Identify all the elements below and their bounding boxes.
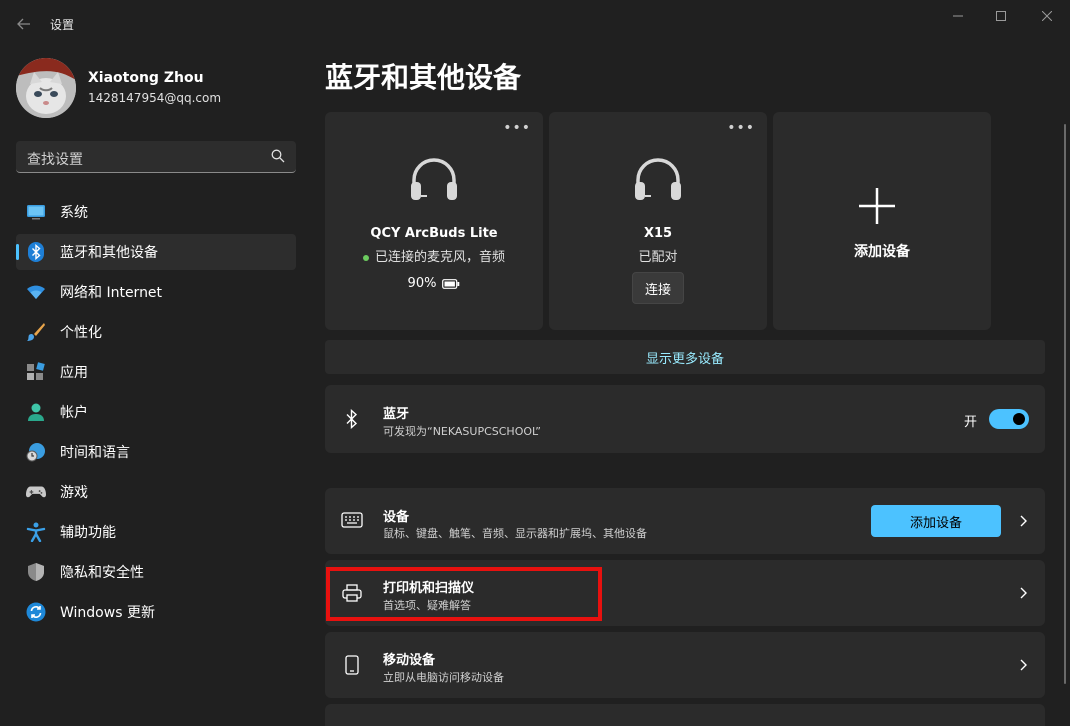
- close-button[interactable]: [1024, 0, 1070, 32]
- devices-row[interactable]: 设备 鼠标、键盘、触笔、音频、显示器和扩展坞、其他设备 添加设备: [325, 488, 1045, 554]
- more-options-button[interactable]: •••: [503, 121, 531, 135]
- chevron-right-icon: [1020, 659, 1027, 671]
- sidebar: Xiaotong Zhou 1428147954@qq.com 查找设置 系统 …: [0, 46, 308, 726]
- avatar: [16, 58, 76, 118]
- sidebar-item-network[interactable]: 网络和 Internet: [16, 274, 296, 310]
- nav-list: 系统 蓝牙和其他设备 网络和 Internet 个性化 应用 帐户 时间和语言 …: [16, 194, 296, 634]
- device-status: 已连接的麦克风，音频: [325, 246, 543, 265]
- sidebar-item-gaming[interactable]: 游戏: [16, 474, 296, 510]
- person-icon: [26, 402, 46, 422]
- device-status: 已配对: [638, 250, 678, 265]
- sidebar-item-bluetooth[interactable]: 蓝牙和其他设备: [16, 234, 296, 270]
- wifi-icon: [26, 282, 46, 302]
- toggle-state-label: 开: [963, 415, 977, 430]
- sidebar-item-label: 系统: [60, 205, 88, 221]
- update-icon: [26, 602, 46, 622]
- globe-clock-icon: [26, 442, 46, 462]
- sidebar-item-label: Windows 更新: [60, 605, 155, 621]
- sidebar-item-label: 个性化: [60, 325, 102, 341]
- gamepad-icon: [26, 482, 46, 502]
- sidebar-item-apps[interactable]: 应用: [16, 354, 296, 390]
- battery-level: 90%: [325, 276, 543, 291]
- brush-icon: [26, 322, 46, 342]
- battery-percent: 90%: [407, 276, 437, 291]
- bluetooth-icon: [26, 242, 46, 262]
- page-title: 蓝牙和其他设备: [325, 61, 522, 94]
- sidebar-item-label: 应用: [60, 365, 88, 381]
- sidebar-item-time-language[interactable]: 时间和语言: [16, 434, 296, 470]
- highlight-annotation: [326, 567, 602, 621]
- battery-icon: [442, 278, 460, 289]
- sidebar-item-windows-update[interactable]: Windows 更新: [16, 594, 296, 630]
- search-placeholder: 查找设置: [27, 152, 83, 168]
- back-arrow-icon: [17, 18, 30, 30]
- maximize-icon: [996, 11, 1006, 21]
- search-icon: [271, 149, 285, 163]
- minimize-button[interactable]: [935, 0, 981, 32]
- add-device-label: 添加设备: [854, 244, 910, 260]
- devices-title: 设备: [383, 510, 410, 525]
- device-status-text: 已连接的麦克风，音频: [374, 250, 505, 265]
- bluetooth-subtitle: 可发现为“NEKASUPCSCHOOL”: [383, 425, 541, 438]
- back-button[interactable]: [10, 10, 38, 38]
- avatar-image: [16, 58, 76, 118]
- user-profile[interactable]: Xiaotong Zhou 1428147954@qq.com: [16, 58, 296, 118]
- user-email: 1428147954@qq.com: [88, 91, 222, 105]
- phone-icon: [341, 654, 363, 676]
- sidebar-item-label: 帐户: [60, 405, 88, 421]
- app-title: 设置: [50, 18, 75, 32]
- bluetooth-title: 蓝牙: [383, 407, 410, 422]
- connect-button[interactable]: 连接: [632, 272, 684, 304]
- maximize-button[interactable]: [978, 0, 1024, 32]
- show-more-devices-button[interactable]: 显示更多设备: [325, 340, 1045, 374]
- bluetooth-symbol-icon: [341, 408, 363, 430]
- main-content: 蓝牙和其他设备 ••• QCY ArcBuds Lite 已连接的麦克风，音频 …: [308, 46, 1070, 726]
- user-name: Xiaotong Zhou: [88, 70, 204, 86]
- sidebar-item-label: 时间和语言: [60, 445, 130, 461]
- sidebar-item-label: 蓝牙和其他设备: [60, 245, 158, 261]
- apps-icon: [26, 362, 46, 382]
- toggle-knob: [1013, 413, 1025, 425]
- chevron-right-icon: [1020, 515, 1027, 527]
- search-input[interactable]: 查找设置: [16, 141, 296, 173]
- sidebar-item-label: 辅助功能: [60, 525, 116, 541]
- title-bar: 设置: [0, 0, 1070, 46]
- next-settings-row[interactable]: [325, 704, 1045, 726]
- sidebar-item-label: 游戏: [60, 485, 88, 501]
- sidebar-item-label: 网络和 Internet: [60, 285, 163, 301]
- chevron-right-icon: [1020, 587, 1027, 599]
- sidebar-item-system[interactable]: 系统: [16, 194, 296, 230]
- device-name: X15: [643, 226, 673, 241]
- bluetooth-toggle[interactable]: [989, 409, 1029, 429]
- add-device-card[interactable]: 添加设备: [773, 112, 991, 330]
- close-icon: [1042, 11, 1052, 21]
- shield-icon: [26, 562, 46, 582]
- accessibility-icon: [26, 522, 46, 542]
- sidebar-item-personalization[interactable]: 个性化: [16, 314, 296, 350]
- mobile-devices-row[interactable]: 移动设备 立即从电脑访问移动设备: [325, 632, 1045, 698]
- devices-subtitle: 鼠标、键盘、触笔、音频、显示器和扩展坞、其他设备: [383, 527, 647, 540]
- sidebar-item-accessibility[interactable]: 辅助功能: [16, 514, 296, 550]
- device-card[interactable]: ••• X15 已配对 连接: [549, 112, 767, 330]
- minimize-icon: [953, 15, 963, 17]
- sidebar-item-label: 隐私和安全性: [60, 565, 144, 581]
- plus-icon: [859, 188, 895, 224]
- keyboard-device-icon: [341, 510, 363, 532]
- scrollbar[interactable]: [1064, 124, 1066, 684]
- bluetooth-row: 蓝牙 可发现为“NEKASUPCSCHOOL” 开: [325, 385, 1045, 453]
- device-card[interactable]: ••• QCY ArcBuds Lite 已连接的麦克风，音频 90%: [325, 112, 543, 330]
- mobile-title: 移动设备: [383, 653, 436, 668]
- mobile-subtitle: 立即从电脑访问移动设备: [383, 671, 504, 684]
- headphones-icon: [635, 158, 681, 200]
- device-name: QCY ArcBuds Lite: [370, 226, 498, 241]
- add-device-button[interactable]: 添加设备: [871, 505, 1001, 537]
- headphones-icon: [411, 158, 457, 200]
- more-options-button[interactable]: •••: [727, 121, 755, 135]
- sidebar-item-privacy[interactable]: 隐私和安全性: [16, 554, 296, 590]
- monitor-icon: [26, 202, 46, 222]
- sidebar-item-accounts[interactable]: 帐户: [16, 394, 296, 430]
- connected-dot: [362, 254, 369, 261]
